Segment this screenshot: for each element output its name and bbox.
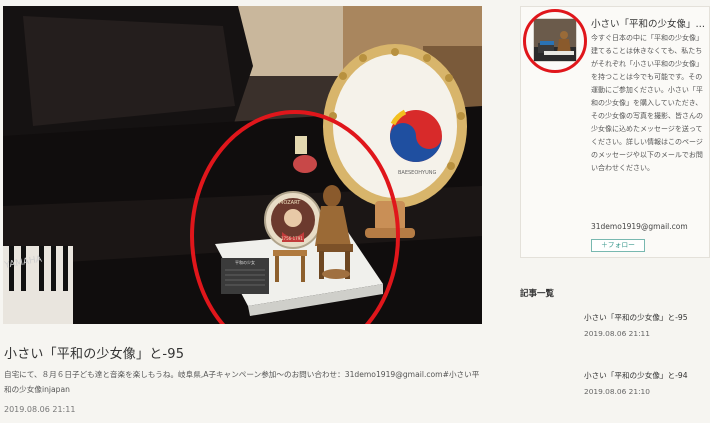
avatar-image (534, 19, 576, 61)
profile-email: 31demo1919@gmail.com (591, 222, 688, 231)
badge-years: 1756-1791 (281, 236, 303, 241)
list-item-date: 2019.08.06 21:11 (584, 329, 650, 338)
list-item-title[interactable]: 小さい「平和の少女像」と-94 (584, 370, 704, 381)
list-item-date: 2019.08.06 21:10 (584, 387, 650, 396)
avatar[interactable] (533, 18, 577, 62)
list-item-title[interactable]: 小さい「平和の少女像」と-95 (584, 312, 704, 323)
post-photo-svg: YAMAHA BAESEOHYUNG 平和の少女 MOZART 1756-179… (3, 6, 482, 324)
profile-card: 小さい「平和の少女像」… 今すぐ日本の中に「平和の少女像」建てることは休きなくて… (520, 6, 710, 258)
profile-name[interactable]: 小さい「平和の少女像」… (591, 16, 709, 30)
badge-text: MOZART (279, 200, 301, 206)
article-list-heading: 記事一覧 (520, 289, 555, 299)
follow-button[interactable]: ＋フォロー (591, 239, 645, 252)
drum-text: BAESEOHYUNG (398, 170, 436, 176)
post-date: 2019.08.06 21:11 (4, 405, 76, 414)
list-item[interactable]: 小さい「平和の少女像」と-95 2019.08.06 21:11 (584, 312, 704, 338)
post-photo[interactable]: YAMAHA BAESEOHYUNG 平和の少女 MOZART 1756-179… (3, 6, 482, 324)
post-title[interactable]: 小さい「平和の少女像」と-95 (4, 343, 184, 362)
plaque-title: 平和の少女 (235, 259, 255, 265)
list-item[interactable]: 小さい「平和の少女像」と-94 2019.08.06 21:10 (584, 370, 704, 396)
post-excerpt: 自宅にて、８月６日子ども達と音楽を楽しもうね。岐阜県,A子キャンペーン参加〜のお… (4, 370, 480, 394)
profile-bio: 今すぐ日本の中に「平和の少女像」建てることは休きなくても、私たちがそれぞれ「小さ… (591, 34, 703, 172)
